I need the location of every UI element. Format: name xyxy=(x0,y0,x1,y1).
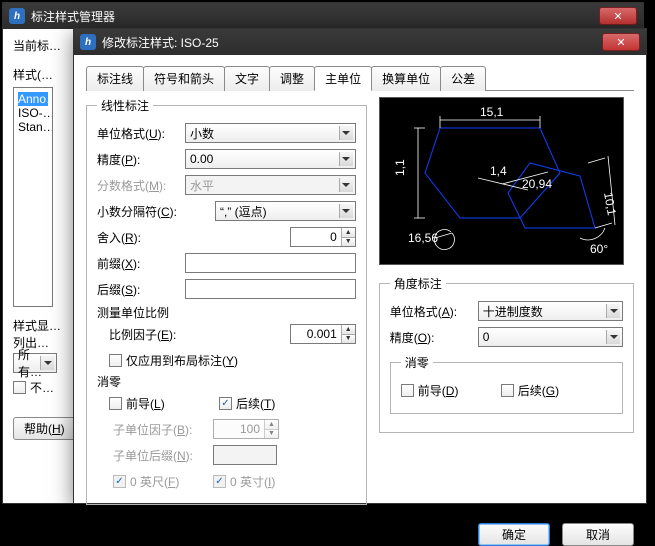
spin-up-icon[interactable]: ▲ xyxy=(342,325,355,335)
precision-label: 精度(P): xyxy=(97,151,185,168)
svg-text:1,1: 1,1 xyxy=(393,159,407,176)
trailing-checkbox[interactable]: ✓后续(T) xyxy=(219,395,275,412)
spin-down-icon[interactable]: ▼ xyxy=(342,335,355,344)
angle-precision-select[interactable]: 0 xyxy=(478,327,623,347)
precision-select[interactable]: 0.00 xyxy=(185,149,356,169)
chevron-down-icon xyxy=(40,356,54,370)
list-item[interactable]: ISO-… xyxy=(18,106,48,120)
tab-strip: 标注线 符号和箭头 文字 调整 主单位 换算单位 公差 xyxy=(86,65,634,91)
angle-trailing-checkbox[interactable]: 后续(G) xyxy=(501,382,559,399)
linear-group: 线性标注 单位格式(U): 小数 精度(P): 0.00 分数格式(M): 水平… xyxy=(86,97,367,505)
subunit-suffix-input xyxy=(213,445,277,465)
modify-style-window: h 修改标注样式: ISO-25 ✕ 标注线 符号和箭头 文字 调整 主单位 换… xyxy=(73,28,647,504)
tab-fit[interactable]: 调整 xyxy=(269,66,315,91)
styles-list[interactable]: Anno… ISO-… Stan… xyxy=(13,87,53,307)
window-title: 修改标注样式: ISO-25 xyxy=(102,34,602,51)
app-icon: h xyxy=(80,34,96,50)
titlebar[interactable]: h 标注样式管理器 ✕ xyxy=(3,3,643,29)
cancel-button[interactable]: 取消 xyxy=(562,523,634,546)
tab-symbols[interactable]: 符号和箭头 xyxy=(143,66,225,91)
close-icon[interactable]: ✕ xyxy=(602,33,640,51)
scale-factor-label: 比例因子(E): xyxy=(109,326,197,343)
window-title: 标注样式管理器 xyxy=(31,8,599,25)
chevron-down-icon xyxy=(339,178,353,192)
zero-feet-checkbox: ✓0 英尺(F) xyxy=(113,473,213,490)
leading-checkbox[interactable]: 前导(L) xyxy=(109,395,219,412)
angle-group: 角度标注 单位格式(A): 十进制度数 精度(O): 0 消零 前导(D) 后续… xyxy=(379,275,634,433)
scale-group-label: 测量单位比例 xyxy=(97,304,356,321)
preview-pane: 15,1 1,1 1,4 20,94 10,1 16,56 60° xyxy=(379,97,624,265)
svg-text:10,1: 10,1 xyxy=(601,191,619,217)
angle-format-select[interactable]: 十进制度数 xyxy=(478,301,623,321)
decimal-sep-select[interactable]: “,” (逗点) xyxy=(215,201,356,221)
decimal-sep-label: 小数分隔符(C): xyxy=(97,203,185,220)
tab-lines[interactable]: 标注线 xyxy=(86,66,144,91)
chevron-down-icon xyxy=(606,304,620,318)
chevron-down-icon xyxy=(339,126,353,140)
apply-layout-checkbox[interactable]: 仅应用到布局标注(Y) xyxy=(109,352,238,369)
unit-format-select[interactable]: 小数 xyxy=(185,123,356,143)
chevron-down-icon xyxy=(339,204,353,218)
no-xref-checkbox[interactable]: 不… xyxy=(13,379,54,396)
app-icon: h xyxy=(9,8,25,24)
tab-alt-units[interactable]: 换算单位 xyxy=(371,66,441,91)
tab-primary-units[interactable]: 主单位 xyxy=(314,66,372,91)
svg-text:15,1: 15,1 xyxy=(480,105,504,119)
titlebar[interactable]: h 修改标注样式: ISO-25 ✕ xyxy=(74,29,646,55)
zero-group-label: 消零 xyxy=(97,373,356,390)
subunit-factor-spin: ▲▼ xyxy=(213,419,279,439)
prefix-input[interactable] xyxy=(185,253,356,273)
frac-format-label: 分数格式(M): xyxy=(97,177,185,194)
list-item[interactable]: Stan… xyxy=(18,120,48,134)
roundoff-spin[interactable]: ▲▼ xyxy=(290,227,356,247)
dialog-buttons: 确定 取消 xyxy=(86,513,634,546)
subunit-factor-label: 子单位因子(B): xyxy=(113,421,213,438)
ok-button[interactable]: 确定 xyxy=(478,523,550,546)
svg-text:16,56: 16,56 xyxy=(408,231,438,245)
suffix-input[interactable] xyxy=(185,279,356,299)
close-icon[interactable]: ✕ xyxy=(599,7,637,25)
unit-format-label: 单位格式(U): xyxy=(97,125,185,142)
tab-tolerances[interactable]: 公差 xyxy=(440,66,486,91)
svg-text:20,94: 20,94 xyxy=(522,177,552,191)
help-button[interactable]: 帮助(H) xyxy=(13,417,76,440)
zero-inch-checkbox: ✓0 英寸(I) xyxy=(213,473,275,490)
angle-zero-group: 消零 前导(D) 后续(G) xyxy=(390,354,623,414)
spin-down-icon[interactable]: ▼ xyxy=(342,238,355,247)
svg-text:1,4: 1,4 xyxy=(490,164,507,178)
angle-precision-label: 精度(O): xyxy=(390,329,478,346)
angle-format-label: 单位格式(A): xyxy=(390,303,478,320)
tab-text[interactable]: 文字 xyxy=(224,66,270,91)
angle-leading-checkbox[interactable]: 前导(D) xyxy=(401,382,501,399)
spin-up-icon[interactable]: ▲ xyxy=(342,228,355,238)
list-filter-select[interactable]: 所有… xyxy=(13,353,57,373)
prefix-label: 前缀(X): xyxy=(97,255,185,272)
chevron-down-icon xyxy=(339,152,353,166)
suffix-label: 后缀(S): xyxy=(97,281,185,298)
list-item[interactable]: Anno… xyxy=(18,92,48,106)
subunit-suffix-label: 子单位后缀(N): xyxy=(113,447,213,464)
svg-text:60°: 60° xyxy=(590,242,608,256)
scale-factor-spin[interactable]: ▲▼ xyxy=(290,324,356,344)
roundoff-label: 舍入(R): xyxy=(97,229,185,246)
frac-format-select: 水平 xyxy=(185,175,356,195)
chevron-down-icon xyxy=(606,330,620,344)
